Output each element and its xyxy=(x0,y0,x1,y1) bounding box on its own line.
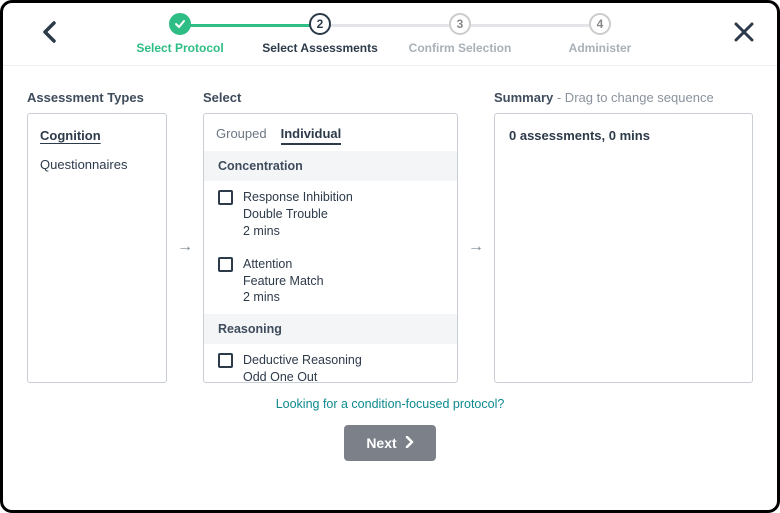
summary-title: Summary - Drag to change sequence xyxy=(494,90,753,105)
list-item: Deductive Reasoning Odd One Out 3 mins xyxy=(204,344,457,382)
next-button[interactable]: Next xyxy=(344,425,435,461)
list-item: Attention Feature Match 2 mins xyxy=(204,248,457,315)
assessment-subtitle: Odd One Out xyxy=(243,369,362,382)
assessment-types-title: Assessment Types xyxy=(27,90,167,105)
step-confirm-selection: 3 Confirm Selection xyxy=(390,13,530,55)
type-cognition[interactable]: Cognition xyxy=(40,128,154,143)
step-select-assessments: 2 Select Assessments xyxy=(250,13,390,55)
type-questionnaires[interactable]: Questionnaires xyxy=(40,157,154,172)
checkbox[interactable] xyxy=(218,190,233,205)
close-button[interactable] xyxy=(733,21,755,48)
select-title: Select xyxy=(203,90,458,105)
assessment-title: Deductive Reasoning xyxy=(243,352,362,369)
group-reasoning: Reasoning xyxy=(204,314,457,344)
arrow-right-icon: → xyxy=(177,238,193,256)
arrow-right-icon: → xyxy=(468,238,484,256)
assessment-title: Attention xyxy=(243,256,324,273)
assessment-types-panel: Cognition Questionnaires xyxy=(27,113,167,383)
step-select-protocol: Select Protocol xyxy=(110,13,250,55)
assessments-scroll[interactable]: Concentration Response Inhibition Double… xyxy=(204,151,457,382)
condition-protocol-link[interactable]: Looking for a condition-focused protocol… xyxy=(276,397,505,411)
summary-count: 0 assessments, 0 mins xyxy=(509,128,738,143)
tab-grouped[interactable]: Grouped xyxy=(216,126,267,145)
group-concentration: Concentration xyxy=(204,151,457,181)
list-item: Response Inhibition Double Trouble 2 min… xyxy=(204,181,457,248)
assessment-subtitle: Feature Match xyxy=(243,273,324,290)
select-panel: Grouped Individual Concentration Respons… xyxy=(203,113,458,383)
checkbox[interactable] xyxy=(218,257,233,272)
chevron-right-icon xyxy=(405,435,414,451)
tab-individual[interactable]: Individual xyxy=(281,126,342,145)
assessment-duration: 2 mins xyxy=(243,223,353,240)
assessment-title: Response Inhibition xyxy=(243,189,353,206)
stepper: Select Protocol 2 Select Assessments 3 C… xyxy=(3,3,777,55)
back-button[interactable] xyxy=(41,21,59,48)
assessment-subtitle: Double Trouble xyxy=(243,206,353,223)
summary-panel: 0 assessments, 0 mins xyxy=(494,113,753,383)
step-check-icon xyxy=(169,13,191,35)
step-administer: 4 Administer xyxy=(530,13,670,55)
checkbox[interactable] xyxy=(218,353,233,368)
assessment-duration: 2 mins xyxy=(243,289,324,306)
